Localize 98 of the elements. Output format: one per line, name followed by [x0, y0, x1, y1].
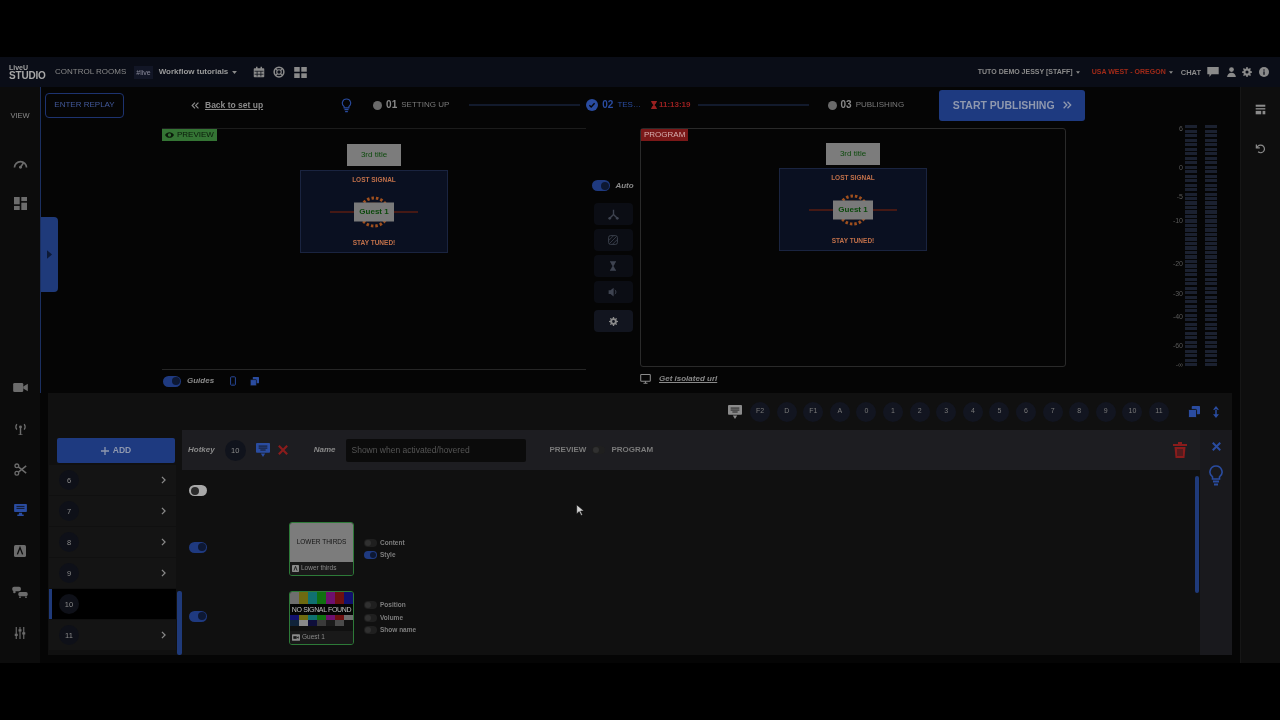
mouse-pointer-icon: [576, 504, 584, 516]
option-toggle[interactable]: [364, 613, 377, 622]
step-number: 01: [386, 99, 398, 111]
chevron-right-icon: [161, 507, 166, 515]
resize-vertical-icon[interactable]: [1213, 405, 1219, 418]
grid-icon[interactable]: [294, 66, 308, 78]
option-toggle[interactable]: [364, 551, 377, 560]
lifebuoy-icon[interactable]: [273, 66, 286, 78]
step-number: 02: [602, 99, 614, 111]
step-label: SETTING UP: [401, 100, 450, 110]
preview-option-label: PREVIEW: [549, 445, 587, 455]
option-toggle[interactable]: [364, 538, 377, 547]
close-icon[interactable]: [1211, 442, 1221, 451]
text-tile-icon: [292, 564, 299, 572]
vehicles-icon[interactable]: [12, 586, 28, 598]
guest-label: Guest 1: [354, 202, 394, 221]
chevron-right-icon: [161, 631, 166, 639]
start-publishing-button[interactable]: START PUBLISHING: [939, 89, 1086, 121]
trash-icon[interactable]: [1173, 442, 1187, 458]
title-overlay: 3rd title: [826, 143, 880, 165]
step-label: PUBLISHING: [855, 100, 905, 110]
settings-button[interactable]: [593, 310, 633, 332]
control-rooms-link[interactable]: CONTROL ROOMS: [55, 67, 127, 77]
add-button[interactable]: ADD: [57, 438, 175, 463]
antenna-icon[interactable]: [13, 421, 27, 435]
lightbulb-icon[interactable]: [1208, 465, 1224, 486]
layer-toggle[interactable]: [189, 610, 207, 622]
option-toggle[interactable]: [364, 601, 377, 610]
preview-tag: PREVIEW: [162, 129, 217, 141]
dashboard-icon[interactable]: [13, 197, 27, 210]
layer-toggle[interactable]: [189, 541, 207, 553]
audio-fade-button[interactable]: [593, 281, 633, 303]
step-label: TES…: [617, 100, 641, 110]
expand-panel-tab[interactable]: [41, 217, 58, 292]
video-camera-icon: [292, 633, 300, 641]
subtitles-icon[interactable]: [727, 404, 742, 419]
scrollbar-thumb[interactable]: [1195, 476, 1199, 593]
caret-icon[interactable]: [1075, 70, 1080, 74]
cut-icon: [607, 208, 619, 220]
auto-label: Auto: [615, 180, 634, 191]
layer-toggle[interactable]: [189, 485, 207, 496]
delete-hotkey-icon[interactable]: [277, 445, 288, 455]
calendar-icon[interactable]: [253, 66, 266, 78]
cut-button[interactable]: [593, 203, 633, 225]
step-number: 03: [840, 99, 852, 111]
step-timer: 11:13:19: [658, 100, 691, 110]
plus-icon: [100, 446, 109, 455]
transition-button[interactable]: [593, 255, 633, 277]
double-chevron-left-icon[interactable]: [191, 101, 199, 109]
video-camera-icon[interactable]: [12, 381, 28, 393]
enter-replay-button[interactable]: ENTER REPLAY: [45, 92, 124, 118]
name-label: Name: [313, 445, 336, 455]
copy-icon[interactable]: [250, 376, 260, 386]
name-input[interactable]: Shown when activated/hovered: [346, 438, 527, 462]
settings-icon: [608, 316, 618, 326]
color-bars-drawing: [290, 614, 353, 626]
logo-text: STUDIO: [9, 70, 46, 81]
speaker-icon: [608, 287, 618, 297]
hourglass-icon: [610, 261, 616, 271]
color-bars-drawing: [290, 591, 353, 604]
monitor-icon[interactable]: [640, 374, 651, 384]
back-to-setup-link[interactable]: Back to set up: [205, 99, 264, 111]
double-chevron-right-icon: [1062, 101, 1072, 109]
hotkey-label: Hotkey: [188, 445, 215, 455]
caret-icon[interactable]: [1168, 70, 1173, 74]
undo-icon[interactable]: [1255, 143, 1266, 154]
chevron-right-icon: [161, 476, 166, 484]
scissors-icon[interactable]: [13, 462, 27, 476]
hourglass-icon: [650, 101, 657, 109]
lightbulb-icon[interactable]: [341, 97, 353, 113]
user-icon[interactable]: [1227, 67, 1236, 77]
chat-icon[interactable]: [1207, 67, 1219, 77]
monitor-icon[interactable]: [13, 504, 27, 516]
info-icon[interactable]: [1259, 67, 1269, 77]
guides-toggle[interactable]: [163, 375, 181, 387]
copy-icon[interactable]: [1188, 405, 1200, 418]
triangle-right-icon: [47, 250, 52, 259]
workspace-name[interactable]: Workflow tutorials: [158, 67, 229, 77]
text-tile-icon[interactable]: [14, 545, 26, 557]
pattern-icon: [608, 235, 618, 245]
chevron-right-icon: [161, 538, 166, 546]
chevron-right-icon: [161, 569, 166, 577]
title-overlay: 3rd title: [347, 144, 401, 166]
guides-label: Guides: [187, 376, 215, 386]
eye-icon: [165, 132, 174, 138]
guest-label: Guest 1: [833, 200, 873, 219]
layout-panel-icon[interactable]: [1255, 104, 1266, 115]
option-toggle[interactable]: [364, 626, 377, 635]
phone-icon[interactable]: [230, 376, 237, 386]
settings-icon[interactable]: [1242, 67, 1252, 77]
auto-toggle[interactable]: [592, 180, 611, 191]
isolated-url-link[interactable]: Get isolated url: [659, 374, 718, 384]
scrollbar-thumb[interactable]: [177, 591, 182, 655]
caret-icon[interactable]: [232, 70, 238, 74]
sliders-icon[interactable]: [14, 627, 26, 639]
program-option-label: PROGRAM: [611, 445, 654, 455]
program-tag: PROGRAM: [641, 129, 689, 141]
stinger-button[interactable]: [593, 229, 633, 251]
